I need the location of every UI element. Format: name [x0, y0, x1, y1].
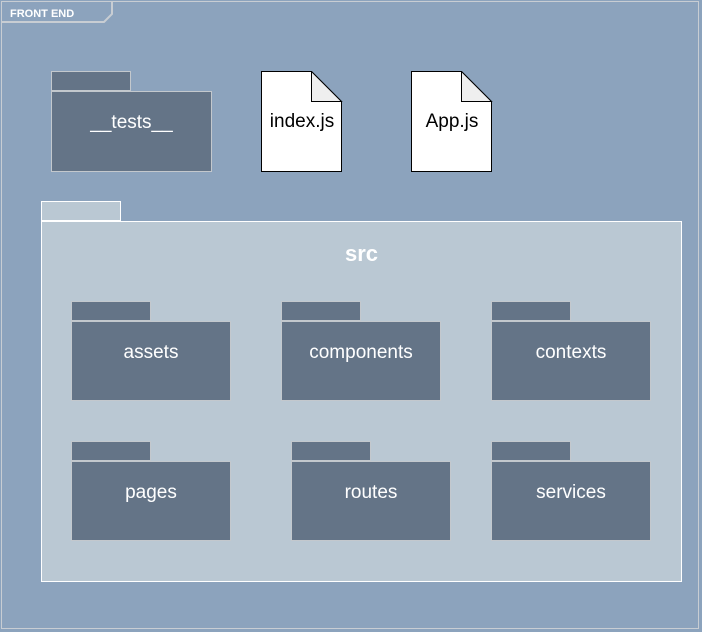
folder-body: components: [281, 321, 441, 401]
file-label: App.js: [425, 111, 479, 132]
folder-label: pages: [125, 482, 177, 503]
folder-tab: [491, 441, 571, 461]
file-index-js[interactable]: index.js: [261, 71, 343, 173]
folder-tab: [291, 441, 371, 461]
folder-tab: [71, 301, 151, 321]
file-label: index.js: [269, 111, 335, 132]
folder-label: components: [309, 342, 413, 363]
folder-routes[interactable]: routes: [291, 441, 451, 541]
folder-tab: [51, 71, 131, 91]
package-tab: [41, 201, 121, 221]
folder-body: contexts: [491, 321, 651, 401]
folder-components[interactable]: components: [281, 301, 441, 401]
folder-tab: [491, 301, 571, 321]
folder-body: assets: [71, 321, 231, 401]
folder-contexts[interactable]: contexts: [491, 301, 651, 401]
folder-tab: [281, 301, 361, 321]
folder-label: routes: [344, 482, 398, 503]
folder-pages[interactable]: pages: [71, 441, 231, 541]
folder-body: __tests__: [51, 91, 212, 172]
folder-label: contexts: [535, 342, 607, 363]
folder-services[interactable]: services: [491, 441, 651, 541]
folder-tab: [71, 441, 151, 461]
frame-label: FRONT END: [10, 8, 75, 20]
folder-body: pages: [71, 461, 231, 541]
folder-body: routes: [291, 461, 451, 541]
folder-label: services: [536, 482, 606, 503]
file-app-js[interactable]: App.js: [411, 71, 493, 173]
folder-label: assets: [123, 342, 179, 363]
folder-assets[interactable]: assets: [71, 301, 231, 401]
folder-tests[interactable]: __tests__: [51, 71, 212, 172]
folder-label: __tests__: [90, 112, 173, 133]
folder-body: services: [491, 461, 651, 541]
